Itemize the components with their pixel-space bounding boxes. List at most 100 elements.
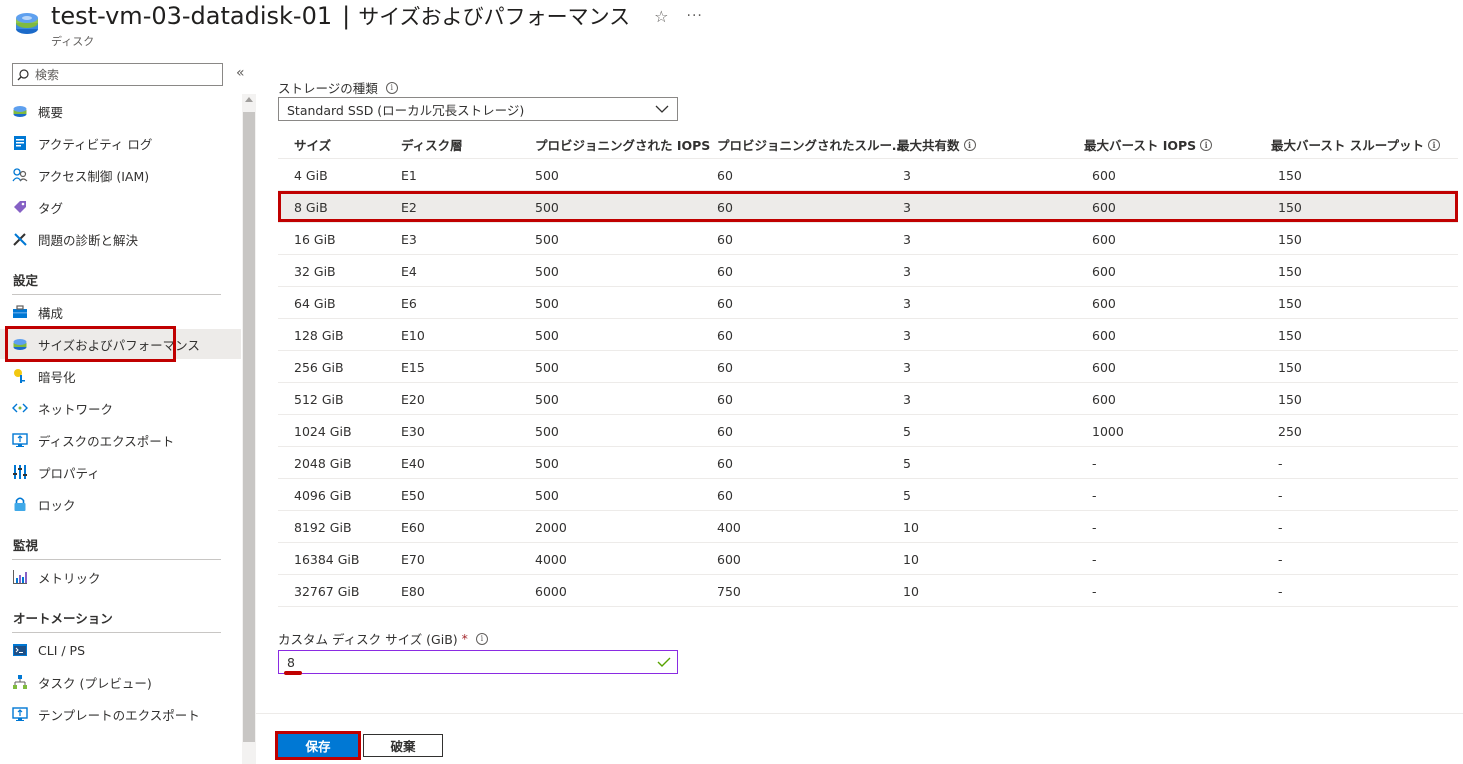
- cell-burst-throughput: 150: [1278, 392, 1302, 407]
- cell-iops: 500: [535, 392, 559, 407]
- sidebar-item-label: 暗号化: [38, 369, 76, 385]
- cell-throughput: 600: [717, 552, 741, 567]
- cell-throughput: 400: [717, 520, 741, 535]
- sidebar-item-networking[interactable]: ネットワーク: [0, 393, 241, 423]
- info-icon[interactable]: i: [1427, 138, 1440, 151]
- column-header-size[interactable]: サイズ: [294, 135, 331, 154]
- lock-icon: [14, 497, 26, 511]
- sidebar: 検索 « 概要 アクティビティ ログ アクセス制御 (IAM) タグ 問題の診断…: [0, 56, 256, 764]
- tag-icon: [14, 201, 26, 213]
- sidebar-item-export-template[interactable]: テンプレートのエクスポート: [0, 699, 241, 729]
- cell-burst-iops: -: [1092, 488, 1097, 503]
- sidebar-item-properties[interactable]: プロパティ: [0, 457, 241, 487]
- sidebar-item-label: メトリック: [38, 570, 101, 586]
- custom-size-label-text: カスタム ディスク サイズ (GiB): [278, 632, 458, 647]
- annotation-highlight-sidebar: [5, 326, 176, 362]
- storage-type-label: ストレージの種類 i: [278, 78, 398, 97]
- info-icon[interactable]: i: [475, 632, 488, 645]
- cell-max-shares: 3: [903, 360, 911, 375]
- cell-burst-iops: 600: [1092, 360, 1116, 375]
- cell-throughput: 60: [717, 168, 733, 183]
- table-row[interactable]: 1024 GiB E30 500 60 5 1000 250: [278, 415, 1458, 447]
- table-row[interactable]: 512 GiB E20 500 60 3 600 150: [278, 383, 1458, 415]
- cell-size: 32 GiB: [294, 264, 336, 279]
- cell-size: 16384 GiB: [294, 552, 360, 567]
- section-title-monitoring: 監視: [13, 538, 39, 553]
- title-separator: |: [342, 2, 351, 30]
- table-row[interactable]: 2048 GiB E40 500 60 5 - -: [278, 447, 1458, 479]
- scrollbar-thumb[interactable]: [243, 112, 255, 742]
- sidebar-item-tags[interactable]: タグ: [0, 192, 241, 222]
- sidebar-item-disk-export[interactable]: ディスクのエクスポート: [0, 425, 241, 455]
- cli-icon: [13, 644, 27, 656]
- favorite-star-icon[interactable]: ☆: [654, 7, 668, 26]
- cell-throughput: 60: [717, 456, 733, 471]
- scroll-up-arrow-icon[interactable]: [245, 97, 253, 102]
- cell-burst-iops: 600: [1092, 232, 1116, 247]
- cell-burst-iops: -: [1092, 456, 1097, 471]
- table-row[interactable]: 4 GiB E1 500 60 3 600 150: [278, 159, 1458, 191]
- info-icon[interactable]: i: [963, 138, 976, 151]
- sidebar-item-tasks[interactable]: タスク (プレビュー): [0, 667, 241, 697]
- table-row[interactable]: 256 GiB E15 500 60 3 600 150: [278, 351, 1458, 383]
- cell-iops: 500: [535, 456, 559, 471]
- table-row[interactable]: 16 GiB E3 500 60 3 600 150: [278, 223, 1458, 255]
- storage-type-dropdown[interactable]: Standard SSD (ローカル冗長ストレージ): [278, 97, 678, 121]
- sidebar-scrollbar[interactable]: [242, 94, 256, 764]
- cell-throughput: 750: [717, 584, 741, 599]
- page-header: test-vm-03-datadisk-01 | サイズおよびパフォーマンス ☆…: [0, 0, 1463, 56]
- search-input[interactable]: 検索: [12, 63, 223, 86]
- cell-tier: E4: [401, 264, 417, 279]
- info-icon[interactable]: i: [385, 81, 398, 94]
- column-header-tier[interactable]: ディスク層: [401, 135, 463, 154]
- info-icon[interactable]: i: [1200, 138, 1213, 151]
- more-options-icon[interactable]: ···: [687, 8, 703, 24]
- cell-max-shares: 3: [903, 328, 911, 343]
- chevron-down-icon: [655, 105, 669, 113]
- column-header-burst-iops[interactable]: 最大バースト IOPS i: [1084, 135, 1213, 154]
- column-header-iops[interactable]: プロビジョニングされた IOPS: [535, 135, 710, 154]
- sidebar-item-metrics[interactable]: メトリック: [0, 562, 241, 592]
- sidebar-item-overview[interactable]: 概要: [0, 96, 241, 126]
- discard-button[interactable]: 破棄: [363, 734, 443, 757]
- cell-iops: 4000: [535, 552, 567, 567]
- table-row[interactable]: 8192 GiB E60 2000 400 10 - -: [278, 511, 1458, 543]
- checkmark-icon: [657, 657, 671, 667]
- column-header-max-shares[interactable]: 最大共有数 i: [897, 135, 976, 154]
- sidebar-item-label: ネットワーク: [38, 401, 114, 417]
- table-row[interactable]: 32 GiB E4 500 60 3 600 150: [278, 255, 1458, 287]
- custom-size-input[interactable]: 8: [278, 650, 678, 674]
- sidebar-item-cli-ps[interactable]: CLI / PS: [0, 635, 241, 665]
- cell-max-shares: 3: [903, 232, 911, 247]
- cell-throughput: 60: [717, 264, 733, 279]
- sidebar-item-encryption[interactable]: 暗号化: [0, 361, 241, 391]
- cell-max-shares: 3: [903, 392, 911, 407]
- table-row[interactable]: 64 GiB E6 500 60 3 600 150: [278, 287, 1458, 319]
- sidebar-item-locks[interactable]: ロック: [0, 489, 241, 519]
- column-header-throughput[interactable]: プロビジョニングされたスルー…: [717, 135, 905, 154]
- table-row[interactable]: 32767 GiB E80 6000 750 10 - -: [278, 575, 1458, 607]
- column-header-burst-throughput[interactable]: 最大バースト スループット i: [1271, 135, 1440, 154]
- sidebar-item-activity-log[interactable]: アクティビティ ログ: [0, 128, 241, 158]
- table-row[interactable]: 128 GiB E10 500 60 3 600 150: [278, 319, 1458, 351]
- collapse-sidebar-icon[interactable]: «: [236, 65, 245, 81]
- tasks-icon: [13, 675, 27, 689]
- table-row[interactable]: 16384 GiB E70 4000 600 10 - -: [278, 543, 1458, 575]
- sidebar-item-diagnose[interactable]: 問題の診断と解決: [0, 224, 241, 254]
- cell-burst-throughput: -: [1278, 520, 1283, 535]
- cell-iops: 500: [535, 424, 559, 439]
- sidebar-item-label: アクセス制御 (IAM): [38, 168, 150, 184]
- cell-size: 16 GiB: [294, 232, 336, 247]
- table-header-row: サイズ ディスク層 プロビジョニングされた IOPS プロビジョニングされたスル…: [278, 126, 1458, 159]
- export-icon: [12, 433, 28, 447]
- cell-tier: E80: [401, 584, 425, 599]
- cell-tier: E30: [401, 424, 425, 439]
- sidebar-item-iam[interactable]: アクセス制御 (IAM): [0, 160, 241, 190]
- table-row[interactable]: 4096 GiB E50 500 60 5 - -: [278, 479, 1458, 511]
- sidebar-item-label: ロック: [38, 497, 76, 513]
- sidebar-item-configuration[interactable]: 構成: [0, 297, 241, 327]
- cell-throughput: 60: [717, 328, 733, 343]
- cell-tier: E20: [401, 392, 425, 407]
- cell-tier: E15: [401, 360, 425, 375]
- cell-tier: E10: [401, 328, 425, 343]
